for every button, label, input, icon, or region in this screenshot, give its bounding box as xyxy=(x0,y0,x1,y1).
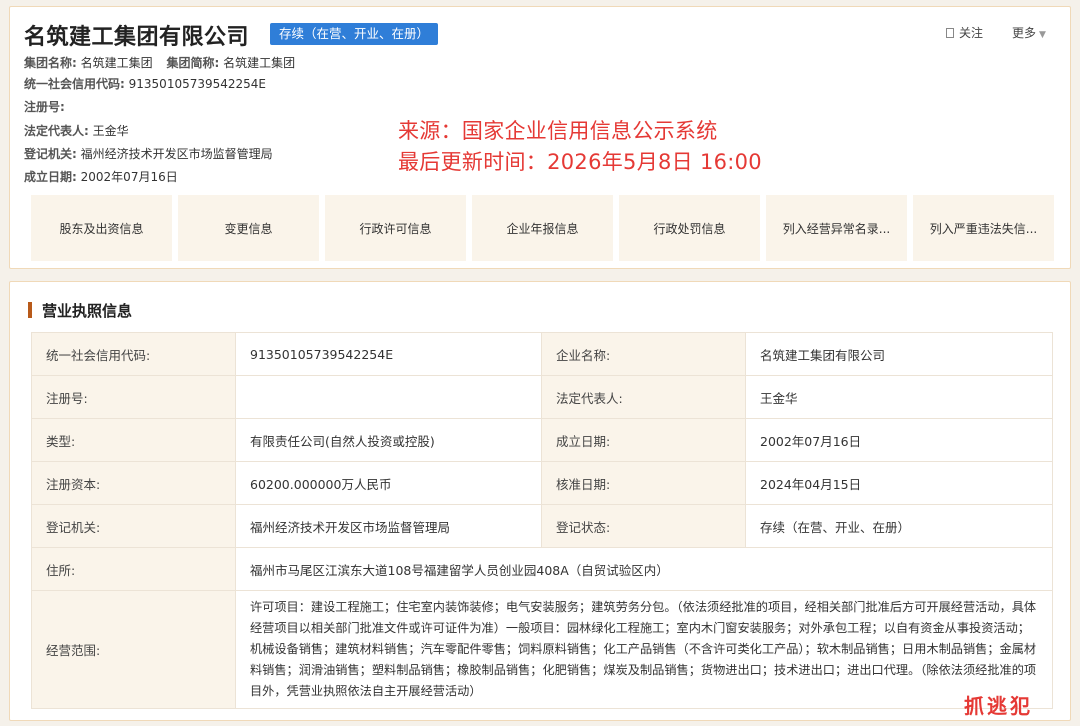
table-label: 登记状态: xyxy=(541,504,746,548)
founded-line: 成立日期: 2002年07月16日 xyxy=(24,168,178,185)
table-label: 登记机关: xyxy=(31,504,236,548)
table-label: 注册资本: xyxy=(31,461,236,505)
group-info-line: 集团名称: 名筑建工集团 集团简称: 名筑建工集团 xyxy=(24,54,295,71)
status-badge: 存续（在营、开业、在册） xyxy=(270,23,439,45)
legal-rep-value: 王金华 xyxy=(92,124,129,138)
table-label: 企业名称: xyxy=(541,332,746,376)
table-label: 法定代表人: xyxy=(541,375,746,419)
legal-rep-label: 法定代表人: xyxy=(24,124,89,138)
table-value: 2002年07月16日 xyxy=(745,418,1053,462)
group-name-label: 集团名称: xyxy=(24,56,77,70)
table-value: 60200.000000万人民币 xyxy=(235,461,542,505)
reg-no-label: 注册号: xyxy=(24,100,65,114)
table-value: 王金华 xyxy=(745,375,1053,419)
group-short-label: 集团简称: xyxy=(166,56,220,70)
address-value: 福州市马尾区江滨东大道108号福建留学人员创业园408A（自贸试验区内） xyxy=(235,547,1053,591)
section-title-text: 营业执照信息 xyxy=(42,302,133,320)
address-label: 住所: xyxy=(31,547,236,591)
group-name-value: 名筑建工集团 xyxy=(80,56,153,70)
table-value xyxy=(235,375,542,419)
more-dropdown[interactable]: 更多 ▼ xyxy=(1012,24,1046,41)
scope-value: 许可项目：建设工程施工；住宅室内装饰装修；电气安装服务；建筑劳务分包。（依法须经… xyxy=(235,590,1053,709)
company-summary-card: 名筑建工集团有限公司 存续（在营、开业、在册） 关注 更多 ▼ 集团名称: 名筑建… xyxy=(9,6,1071,269)
section-marker xyxy=(28,302,32,318)
credit-code-label: 统一社会信用代码: xyxy=(24,77,125,91)
tab-admin-license[interactable]: 行政许可信息 xyxy=(325,195,466,261)
license-table: 统一社会信用代码: 91350105739542254E 企业名称: 名筑建工集… xyxy=(31,332,1053,709)
table-label: 核准日期: xyxy=(541,461,746,505)
table-row: 登记机关: 福州经济技术开发区市场监督管理局 登记状态: 存续（在营、开业、在册… xyxy=(31,504,1053,548)
section-title: 营业执照信息 xyxy=(28,300,132,321)
scope-label: 经营范围: xyxy=(31,590,236,709)
watermark-text: 抓逃犯 xyxy=(964,694,1033,718)
table-label: 类型: xyxy=(31,418,236,462)
tab-abnormal-list[interactable]: 列入经营异常名录... xyxy=(766,195,907,261)
follow-button[interactable]: 关注 xyxy=(946,24,983,41)
founded-label: 成立日期: xyxy=(24,170,77,184)
credit-code-value: 91350105739542254E xyxy=(128,77,267,91)
reg-authority-value: 福州经济技术开发区市场监督管理局 xyxy=(80,147,273,161)
credit-code-line: 统一社会信用代码: 91350105739542254E xyxy=(24,75,266,92)
table-row: 住所: 福州市马尾区江滨东大道108号福建留学人员创业园408A（自贸试验区内） xyxy=(31,547,1053,591)
info-tabs: 股东及出资信息 变更信息 行政许可信息 企业年报信息 行政处罚信息 列入经营异常… xyxy=(31,195,1054,261)
license-info-card: 营业执照信息 统一社会信用代码: 91350105739542254E 企业名称… xyxy=(9,281,1071,721)
table-row: 注册资本: 60200.000000万人民币 核准日期: 2024年04月15日 xyxy=(31,461,1053,505)
tab-shareholders[interactable]: 股东及出资信息 xyxy=(31,195,172,261)
tab-annual-report[interactable]: 企业年报信息 xyxy=(472,195,613,261)
company-title: 名筑建工集团有限公司 xyxy=(24,25,250,50)
reg-authority-label: 登记机关: xyxy=(24,147,77,161)
table-label: 成立日期: xyxy=(541,418,746,462)
follow-label: 关注 xyxy=(959,26,984,40)
table-value: 有限责任公司(自然人投资或控股) xyxy=(235,418,542,462)
legal-rep-line: 法定代表人: 王金华 xyxy=(24,122,129,139)
table-value: 91350105739542254E xyxy=(235,332,542,376)
source-note-line1: 来源：国家企业信用信息公示系统 xyxy=(398,119,718,143)
table-label: 统一社会信用代码: xyxy=(31,332,236,376)
table-row: 注册号: 法定代表人: 王金华 xyxy=(31,375,1053,419)
caret-down-icon: ▼ xyxy=(1039,30,1046,40)
group-short-value: 名筑建工集团 xyxy=(223,56,296,70)
reg-authority-line: 登记机关: 福州经济技术开发区市场监督管理局 xyxy=(24,145,273,162)
table-value: 名筑建工集团有限公司 xyxy=(745,332,1053,376)
founded-value: 2002年07月16日 xyxy=(80,170,178,184)
table-row: 经营范围: 许可项目：建设工程施工；住宅室内装饰装修；电气安装服务；建筑劳务分包… xyxy=(31,590,1053,709)
table-row: 类型: 有限责任公司(自然人投资或控股) 成立日期: 2002年07月16日 xyxy=(31,418,1053,462)
tab-admin-penalty[interactable]: 行政处罚信息 xyxy=(619,195,760,261)
table-value: 存续（在营、开业、在册） xyxy=(745,504,1053,548)
reg-no-line: 注册号: xyxy=(24,98,65,115)
source-note-line2: 最后更新时间：2026年5月8日 16:00 xyxy=(398,150,762,174)
more-label: 更多 xyxy=(1012,26,1037,40)
table-value: 福州经济技术开发区市场监督管理局 xyxy=(235,504,542,548)
table-value: 2024年04月15日 xyxy=(745,461,1053,505)
tab-changes[interactable]: 变更信息 xyxy=(178,195,319,261)
table-label: 注册号: xyxy=(31,375,236,419)
tab-serious-violation[interactable]: 列入严重违法失信... xyxy=(913,195,1054,261)
table-row: 统一社会信用代码: 91350105739542254E 企业名称: 名筑建工集… xyxy=(31,332,1053,376)
bookmark-icon xyxy=(946,28,954,38)
